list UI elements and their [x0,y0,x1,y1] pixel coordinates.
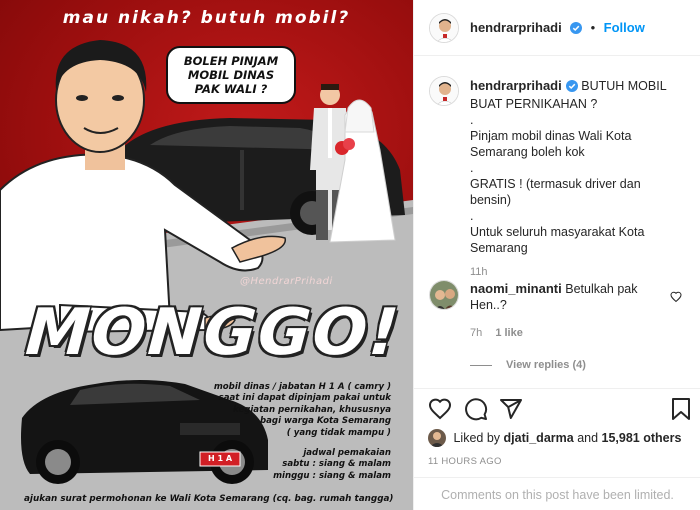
bubble-line: MOBIL DINAS [187,68,275,82]
poster-header-text: mau nikah? butuh mobil? [62,8,351,28]
caption-line: GRATIS ! (termasuk driver dan bensin) [470,177,641,207]
caption-time[interactable]: 11h [470,264,670,280]
info-line: saat ini dapat dipinjam pakai untuk [218,393,391,404]
schedule-line: sabtu : siang & malam [282,459,391,470]
caption-line: Semarang [470,241,528,255]
comment-time[interactable]: 7h [470,327,482,339]
caption-avatar[interactable] [429,76,459,106]
share-send-icon[interactable] [499,397,523,426]
poster-info-block: mobil dinas / jabatan H 1 A ( camry ) sa… [191,382,391,439]
verified-badge-icon [565,80,578,96]
schedule-line: jadwal pemakaian [303,448,391,458]
caption-line: . [470,161,474,175]
bubble-line: BOLEH PINJAM [183,54,279,68]
liker-avatar[interactable] [428,429,446,447]
speech-bubble: BOLEH PINJAM MOBIL DINAS PAK WALI ? [166,46,296,104]
comment-username[interactable]: naomi_minanti [470,281,562,296]
caption-line: . [470,113,474,127]
poster-schedule: jadwal pemakaian sabtu : siang & malam m… [221,448,391,482]
replies-divider [470,364,492,366]
post-timestamp[interactable]: 11 HOURS AGO [428,456,502,467]
comment-text: Hen..? [470,298,507,312]
info-line: bagi warga Kota Semarang [259,416,391,427]
caption-line: BUAT PERNIKAHAN ? [470,97,598,111]
schedule-line: minggu : siang & malam [273,470,391,481]
comment-like-heart-icon[interactable] [670,290,682,308]
avatar[interactable] [429,13,459,43]
header-username[interactable]: hendrarprihadi [470,20,562,35]
verified-badge-icon [570,21,583,39]
post-header: hendrarprihadi • Follow [414,0,700,56]
license-plate: H 1 A [207,454,233,463]
commenter-avatar[interactable] [429,280,459,310]
info-line: ( yang tidak mampu ) [286,427,391,438]
comment-bubble-icon[interactable] [464,397,488,426]
caption-line: . [470,209,474,223]
liked-by-row: Liked by djati_darma and 15,981 others [428,429,681,447]
caption-line: Untuk seluruh masyarakat Kota [470,225,645,239]
save-bookmark-icon[interactable] [671,397,691,426]
post-actions-section: Liked by djati_darma and 15,981 others 1… [414,388,700,510]
liked-by-prefix: Liked by [453,431,501,445]
follow-button[interactable]: Follow [604,20,645,35]
header-separator: • [590,20,596,35]
bubble-line: PAK WALI ? [194,82,268,96]
comment-likes[interactable]: 1 like [495,327,523,339]
caption-username[interactable]: hendrarprihadi [470,78,562,93]
poster-headline: MONGGO! [23,296,403,370]
couple-illustration [310,84,396,243]
like-heart-icon[interactable] [428,397,452,426]
poster-footer-note: ajukan surat permohonan ke Wali Kota Sem… [24,494,394,504]
caption-line: Semarang boleh kok [470,145,585,159]
liked-by-user[interactable]: djati_darma [504,431,574,445]
post-details-panel: hendrarprihadi • Follow hendrarprihadi B… [413,0,700,510]
liked-by-and: and [577,431,599,445]
comments-limited-notice: Comments on this post have been limited. [414,477,700,510]
caption-line: BUTUH MOBIL [581,79,667,93]
info-line: kegiatan pernikahan, khususnya [232,404,391,415]
view-replies-link[interactable]: View replies (4) [506,357,586,373]
comment: naomi_minanti Betulkah pak Hen..? 7h 1 l… [470,281,655,373]
post-image[interactable]: mau nikah? butuh mobil? BOLEH PINJAM MOB… [0,0,413,510]
liked-by-count[interactable]: 15,981 others [602,431,682,445]
comment-text: Betulkah pak [565,282,638,296]
post-caption: hendrarprihadi BUTUH MOBIL BUAT PERNIKAH… [470,78,670,280]
info-line: mobil dinas / jabatan H 1 A ( camry ) [213,382,391,392]
avatar-image [430,281,458,309]
caption-line: Pinjam mobil dinas Wali Kota [470,129,632,143]
avatar-image [430,77,458,105]
poster-watermark: @HendrarPrihadi [240,276,333,287]
avatar-image [430,14,458,42]
